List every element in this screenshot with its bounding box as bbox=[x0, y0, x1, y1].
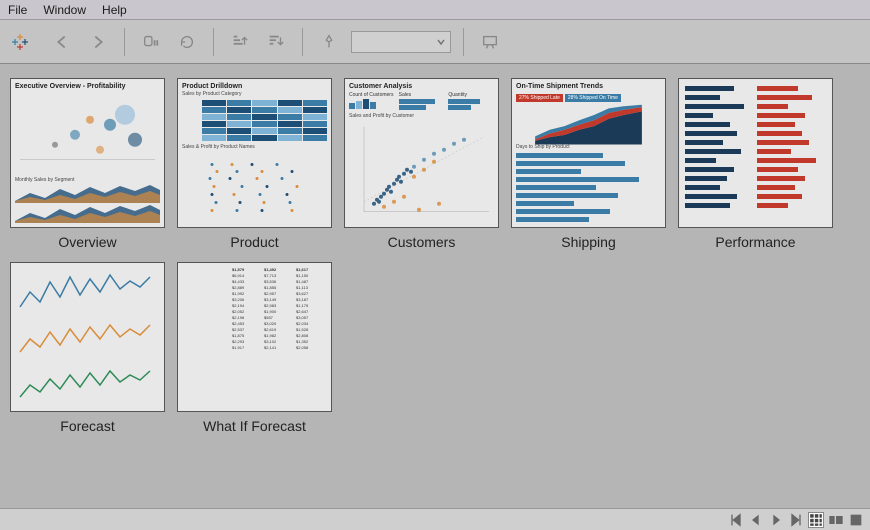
sheet-customers-thumbnail: Customer Analysis Count of Customers Sal… bbox=[344, 78, 499, 228]
single-view-button[interactable] bbox=[848, 512, 864, 528]
sheet-overview[interactable]: Executive Overview - Profitability Month… bbox=[10, 78, 165, 250]
sort-asc-button[interactable] bbox=[226, 28, 254, 56]
pause-data-button[interactable] bbox=[137, 28, 165, 56]
cust-sub1: Count of Customers bbox=[349, 92, 395, 98]
next-sheet-button[interactable] bbox=[768, 512, 784, 528]
sheet-overview-thumbnail: Executive Overview - Profitability Month… bbox=[10, 78, 165, 228]
toolbar-separator bbox=[302, 28, 303, 56]
highlight-dropdown[interactable] bbox=[351, 31, 451, 53]
sheet-label: Customers bbox=[388, 234, 456, 250]
sheet-label: Product bbox=[230, 234, 278, 250]
sheet-shipping-thumbnail: On-Time Shipment Trends 27% Shipped Late… bbox=[511, 78, 666, 228]
sheet-whatif-thumbnail: $1,579$1,492$1,617 $6,914$7,713$1,150 $4… bbox=[177, 262, 332, 412]
thumb-title: Product Drilldown bbox=[182, 83, 327, 90]
cust-sub3: Quantity bbox=[448, 92, 494, 98]
prev-sheet-button[interactable] bbox=[748, 512, 764, 528]
refresh-button[interactable] bbox=[173, 28, 201, 56]
sheet-label: Shipping bbox=[561, 234, 616, 250]
last-sheet-button[interactable] bbox=[788, 512, 804, 528]
status-bar bbox=[0, 508, 870, 530]
sheet-label: Performance bbox=[715, 234, 795, 250]
shipped-ontime-pct: 28% bbox=[568, 95, 578, 101]
toolbar bbox=[0, 20, 870, 64]
forward-button[interactable] bbox=[84, 28, 112, 56]
sheet-product-thumbnail: Product Drilldown Sales by Product Categ… bbox=[177, 78, 332, 228]
toolbar-separator bbox=[463, 28, 464, 56]
back-button[interactable] bbox=[48, 28, 76, 56]
cust-sub2: Sales bbox=[399, 92, 445, 98]
menu-window[interactable]: Window bbox=[43, 3, 86, 17]
filmstrip-view-button[interactable] bbox=[828, 512, 844, 528]
sheet-forecast[interactable]: Forecast bbox=[10, 262, 165, 434]
product-sub1: Sales by Product Category bbox=[182, 92, 327, 98]
chevron-down-icon bbox=[436, 37, 446, 47]
sort-desc-button[interactable] bbox=[262, 28, 290, 56]
shipped-ontime-label: Shipped On Time bbox=[579, 95, 618, 101]
sheet-what-if-forecast[interactable]: $1,579$1,492$1,617 $6,914$7,713$1,150 $4… bbox=[177, 262, 332, 434]
shipped-late-label: Shipped Late bbox=[530, 95, 559, 101]
thumb-title: On-Time Shipment Trends bbox=[516, 83, 661, 90]
thumb-title: Executive Overview - Profitability bbox=[15, 83, 160, 90]
workspace: Executive Overview - Profitability Month… bbox=[0, 64, 870, 448]
shipping-sub1: Days to Ship by Product bbox=[516, 145, 661, 151]
sheet-shipping[interactable]: On-Time Shipment Trends 27% Shipped Late… bbox=[511, 78, 666, 250]
sheet-product[interactable]: Product Drilldown Sales by Product Categ… bbox=[177, 78, 332, 250]
toolbar-separator bbox=[124, 28, 125, 56]
toolbar-separator bbox=[213, 28, 214, 56]
sheet-label: What If Forecast bbox=[203, 418, 306, 434]
menu-file[interactable]: File bbox=[8, 3, 27, 17]
sheet-customers[interactable]: Customer Analysis Count of Customers Sal… bbox=[344, 78, 499, 250]
sheet-performance[interactable]: Performance bbox=[678, 78, 833, 250]
grid-view-button[interactable] bbox=[808, 512, 824, 528]
tableau-logo-icon bbox=[10, 32, 30, 52]
sheet-forecast-thumbnail bbox=[10, 262, 165, 412]
sheet-label: Forecast bbox=[60, 418, 114, 434]
menu-bar: File Window Help bbox=[0, 0, 870, 20]
first-sheet-button[interactable] bbox=[728, 512, 744, 528]
presentation-mode-button[interactable] bbox=[476, 28, 504, 56]
sheet-label: Overview bbox=[58, 234, 116, 250]
sheet-performance-thumbnail bbox=[678, 78, 833, 228]
thumb-title: Customer Analysis bbox=[349, 83, 494, 90]
menu-help[interactable]: Help bbox=[102, 3, 127, 17]
shipped-late-pct: 27% bbox=[519, 95, 529, 101]
pin-button[interactable] bbox=[315, 28, 343, 56]
